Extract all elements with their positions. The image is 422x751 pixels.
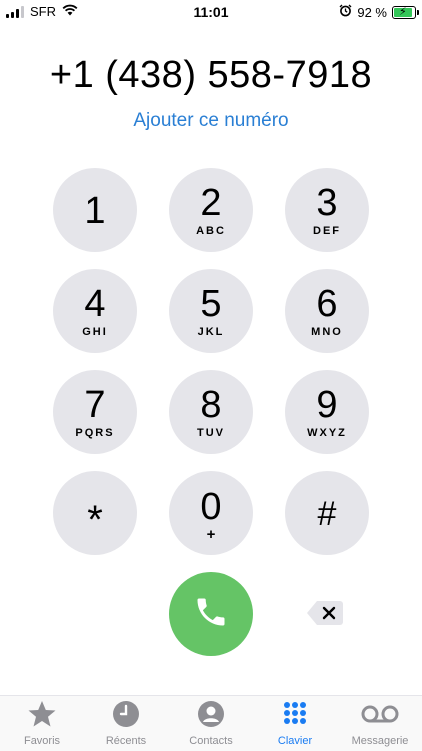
- tab-contacts[interactable]: Contacts: [169, 700, 253, 747]
- tab-label: Favoris: [23, 735, 61, 747]
- key-digit: 3: [316, 181, 338, 224]
- key-4[interactable]: 4 GHI: [53, 269, 137, 353]
- phone-icon: [193, 594, 229, 635]
- clock-icon: [112, 700, 140, 733]
- key-digit: 1: [84, 190, 106, 232]
- key-3[interactable]: 3 DEF: [285, 168, 369, 252]
- key-digit: 9: [316, 383, 338, 426]
- key-letters: JKL: [197, 325, 225, 338]
- key-digit: 2: [200, 181, 222, 224]
- voicemail-icon: [360, 700, 400, 733]
- key-digit: 6: [316, 282, 338, 325]
- battery-icon: ⚡: [392, 5, 419, 19]
- tab-messagerie[interactable]: Messagerie: [338, 700, 422, 747]
- dialed-number: +1 (438) 558-7918: [49, 54, 373, 96]
- tab-bar: Favoris Récents Contacts Clavier Message…: [0, 695, 422, 751]
- key-digit: 0: [200, 486, 222, 528]
- key-letters: +: [206, 526, 216, 543]
- delete-backspace-icon: [306, 601, 344, 632]
- key-letters: WXYZ: [307, 426, 347, 439]
- key-0[interactable]: 0 +: [169, 471, 253, 555]
- add-number-link[interactable]: Ajouter ce numéro: [0, 110, 422, 132]
- key-letters: TUV: [197, 426, 225, 439]
- tab-label: Clavier: [277, 735, 313, 747]
- key-7[interactable]: 7 PQRS: [53, 370, 137, 454]
- tab-clavier[interactable]: Clavier: [253, 700, 337, 747]
- tab-recents[interactable]: Récents: [84, 700, 168, 747]
- key-letters: PQRS: [75, 426, 115, 439]
- battery-percentage: 92 %: [357, 4, 387, 20]
- key-1[interactable]: 1: [53, 168, 137, 252]
- key-digit: 8: [200, 383, 222, 426]
- alarm-icon: [339, 4, 352, 20]
- key-letters: ABC: [196, 224, 226, 237]
- key-star[interactable]: *: [53, 471, 137, 555]
- key-letters: GHI: [82, 325, 108, 338]
- key-letters: MNO: [311, 325, 343, 338]
- key-digit: *: [87, 498, 103, 542]
- tab-label: Messagerie: [351, 735, 409, 747]
- key-9[interactable]: 9 WXYZ: [285, 370, 369, 454]
- call-button[interactable]: [169, 572, 253, 656]
- tab-favoris[interactable]: Favoris: [0, 700, 84, 747]
- delete-button[interactable]: [306, 598, 344, 628]
- tab-label: Contacts: [189, 735, 233, 747]
- keypad-icon: [281, 700, 309, 733]
- tab-label: Récents: [105, 735, 147, 747]
- status-bar: SFR 11:01 92 % ⚡: [0, 0, 422, 24]
- key-digit: 5: [200, 282, 222, 325]
- key-5[interactable]: 5 JKL: [169, 269, 253, 353]
- key-hash[interactable]: #: [285, 471, 369, 555]
- key-8[interactable]: 8 TUV: [169, 370, 253, 454]
- star-icon: [27, 700, 57, 733]
- key-2[interactable]: 2 ABC: [169, 168, 253, 252]
- key-digit: #: [317, 495, 337, 533]
- key-digit: 4: [84, 282, 106, 325]
- person-icon: [197, 700, 225, 733]
- key-letters: DEF: [313, 224, 341, 237]
- status-right: 92 % ⚡: [339, 4, 419, 20]
- key-digit: 7: [84, 383, 106, 426]
- key-6[interactable]: 6 MNO: [285, 269, 369, 353]
